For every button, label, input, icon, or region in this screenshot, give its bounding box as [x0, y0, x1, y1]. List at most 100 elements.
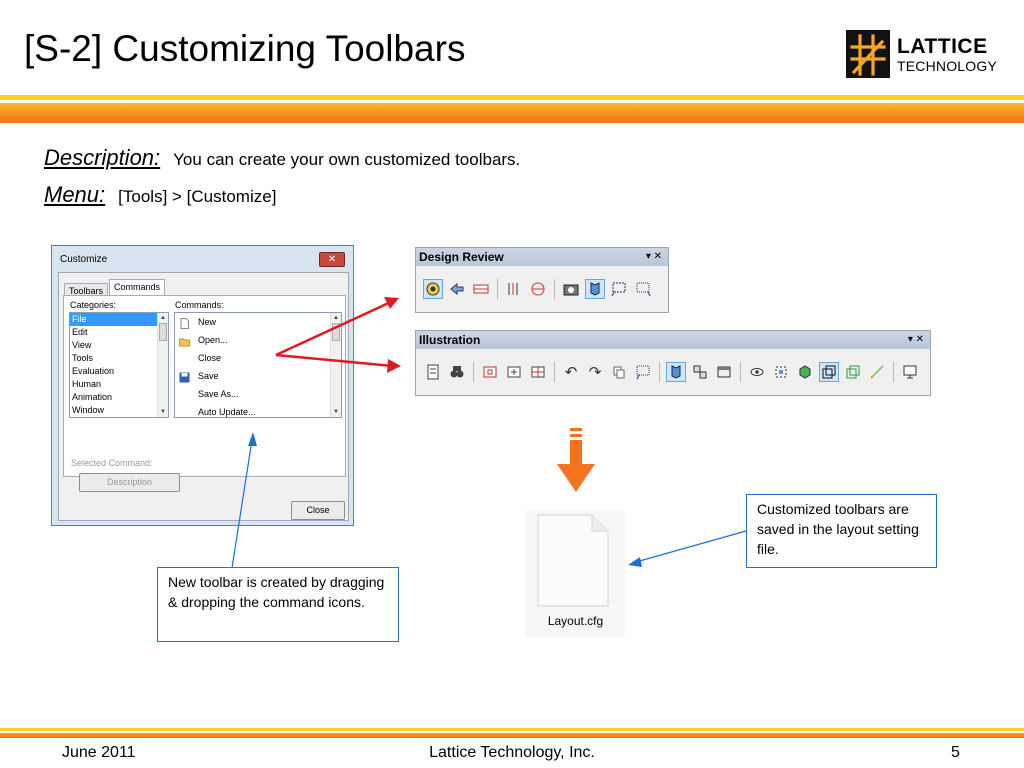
binoculars-icon[interactable] — [447, 362, 467, 382]
pen-line-icon[interactable] — [867, 362, 887, 382]
tab-commands[interactable]: Commands — [109, 279, 166, 296]
eye-icon[interactable] — [747, 362, 767, 382]
logo-wordmark: LATTICE — [897, 34, 988, 58]
category-item-animation[interactable]: Animation — [70, 391, 168, 404]
green-box-icon[interactable] — [843, 362, 863, 382]
command-label: Save — [198, 371, 219, 381]
commands-tab-panel: Categories: Commands: File Edit View Too… — [63, 295, 346, 477]
command-item-save[interactable]: Save — [175, 367, 341, 385]
category-item-view[interactable]: View — [70, 339, 168, 352]
document-file-icon — [537, 514, 609, 607]
review-mode-icon[interactable] — [423, 279, 443, 299]
redo-icon[interactable]: ↷ — [585, 362, 605, 382]
commands-label: Commands: — [175, 300, 224, 310]
fit-view-icon[interactable] — [771, 362, 791, 382]
description-button[interactable]: Description — [79, 473, 180, 492]
header-band — [0, 95, 1024, 123]
red-arrowhead-icon — [384, 297, 399, 309]
toolbar-title: Design Review — [419, 250, 504, 264]
category-item-window[interactable]: Window — [70, 404, 168, 417]
frame-icon[interactable] — [480, 362, 500, 382]
callout-drag-drop: New toolbar is created by dragging & dro… — [157, 567, 399, 642]
command-label: Save As... — [198, 389, 239, 399]
blue-pointer-line — [635, 530, 747, 563]
description-row: Description: You can create your own cus… — [44, 145, 520, 171]
commands-scrollbar[interactable]: ▲ ▼ — [330, 313, 341, 417]
command-item-open[interactable]: Open... — [175, 331, 341, 349]
red-arrowhead-icon — [387, 359, 401, 373]
customize-dialog: Customize ✕ Toolbars Commands Categories… — [51, 245, 354, 526]
measure-icon[interactable] — [471, 279, 491, 299]
open-folder-icon — [179, 335, 190, 346]
scroll-down-icon[interactable]: ▼ — [331, 407, 341, 417]
description-text: You can create your own customized toolb… — [173, 150, 521, 169]
command-item-close[interactable]: Close — [175, 349, 341, 367]
rubber-band-select-icon[interactable] — [609, 279, 629, 299]
lattice-logo-icon — [846, 30, 890, 78]
lattice-logo: LATTICE TECHNOLOGY — [846, 28, 998, 80]
blue-arrowhead-icon — [628, 557, 642, 567]
command-item-auto-update[interactable]: Auto Update... — [175, 403, 341, 417]
document-icon[interactable] — [423, 362, 443, 382]
toolbar-title-bar[interactable]: Illustration ▾ ✕ — [416, 331, 930, 349]
undo-icon[interactable]: ↶ — [561, 362, 581, 382]
parts-icon[interactable] — [666, 362, 686, 382]
scroll-thumb[interactable] — [332, 323, 340, 341]
grid-frame-icon[interactable] — [528, 362, 548, 382]
footer-band — [0, 728, 1024, 738]
layout-file[interactable]: Layout.cfg — [526, 510, 625, 637]
command-item-new[interactable]: New — [175, 313, 341, 331]
dashed-select-icon[interactable] — [633, 362, 653, 382]
toolbar-menu-close-icon[interactable]: ▾ ✕ — [908, 331, 924, 349]
toolbar-title-bar[interactable]: Design Review ▾ ✕ — [416, 248, 668, 266]
wireframe-box-icon[interactable] — [819, 362, 839, 382]
toolbar-menu-close-icon[interactable]: ▾ ✕ — [646, 248, 662, 266]
category-item-file[interactable]: File — [70, 313, 168, 326]
command-label: Close — [198, 353, 222, 363]
save-disk-icon — [179, 371, 190, 382]
toolbar-title: Illustration — [419, 333, 481, 347]
command-item-save-as[interactable]: Save As... — [175, 385, 341, 403]
dialog-close-x-button[interactable]: ✕ — [319, 252, 345, 267]
category-item-tools[interactable]: Tools — [70, 352, 168, 365]
monitor-icon[interactable] — [900, 362, 920, 382]
clearance-icon[interactable] — [528, 279, 548, 299]
scroll-down-icon[interactable]: ▼ — [158, 407, 168, 417]
categories-label: Categories: — [70, 300, 117, 310]
menu-row: Menu: [Tools] > [Customize] — [44, 182, 276, 208]
description-label: Description: — [44, 145, 161, 170]
dialog-body: Toolbars Commands Categories: Commands: … — [58, 272, 349, 521]
close-button[interactable]: Close — [291, 501, 345, 520]
category-item-human[interactable]: Human — [70, 378, 168, 391]
add-frame-icon[interactable] — [504, 362, 524, 382]
scroll-up-icon[interactable]: ▲ — [331, 313, 341, 323]
orange-down-arrow-icon — [557, 428, 595, 492]
page-number: 5 — [951, 744, 960, 761]
shaded-solid-icon[interactable] — [795, 362, 815, 382]
footer-company: Lattice Technology, Inc. — [429, 744, 595, 761]
scroll-thumb[interactable] — [159, 323, 167, 341]
copy-icon[interactable] — [609, 362, 629, 382]
selected-command-label: Selected Command: — [71, 458, 153, 468]
menu-path-text: [Tools] > [Customize] — [118, 187, 277, 206]
explode-icon[interactable] — [690, 362, 710, 382]
logo-subtitle: TECHNOLOGY — [897, 57, 998, 74]
command-label: Open... — [198, 335, 228, 345]
illustration-toolbar: Illustration ▾ ✕ ↶ ↷ — [415, 330, 931, 396]
file-name: Layout.cfg — [547, 614, 604, 628]
arrow-shape-icon[interactable] — [447, 279, 467, 299]
scroll-up-icon[interactable]: ▲ — [158, 313, 168, 323]
menu-label: Menu: — [44, 182, 106, 207]
slide-title: [S-2] Customizing Toolbars — [24, 28, 466, 69]
commands-list[interactable]: New Open... Close Save Save As... Auto U… — [174, 312, 342, 418]
window-icon[interactable] — [714, 362, 734, 382]
category-item-edit[interactable]: Edit — [70, 326, 168, 339]
categories-scrollbar[interactable]: ▲ ▼ — [157, 313, 168, 417]
section-icon[interactable] — [504, 279, 524, 299]
parts-icon[interactable] — [585, 279, 605, 299]
design-review-toolbar: Design Review ▾ ✕ — [415, 247, 669, 313]
category-item-evaluation[interactable]: Evaluation — [70, 365, 168, 378]
dashed-select-icon[interactable] — [633, 279, 653, 299]
categories-list[interactable]: File Edit View Tools Evaluation Human An… — [69, 312, 169, 418]
camera-icon[interactable] — [561, 279, 581, 299]
